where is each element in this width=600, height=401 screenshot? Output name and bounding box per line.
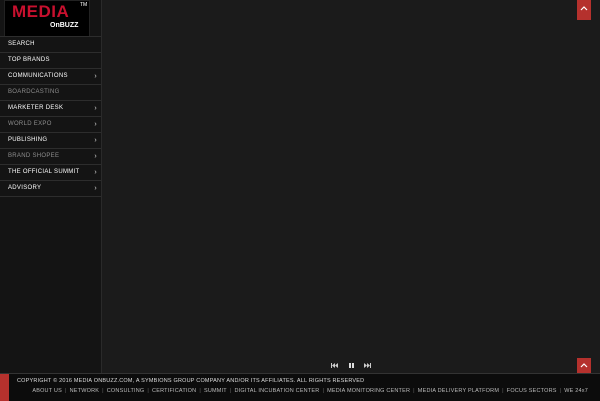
sidebar-item-label: BRAND SHOPEE	[8, 153, 60, 159]
chevron-right-icon: ›	[94, 121, 97, 128]
chevron-right-icon: ›	[94, 105, 97, 112]
sidebar-item-label: SEARCH	[8, 41, 35, 47]
sidebar-item-publishing[interactable]: PUBLISHING ›	[0, 132, 101, 148]
chevron-right-icon: ›	[94, 169, 97, 176]
footer-link-media-monitoring-center[interactable]: MEDIA MONITORING CENTER	[327, 388, 410, 394]
footer-link-separator: |	[102, 388, 104, 394]
footer: COPYRIGHT © 2016 MEDIA ONBUZZ.COM, A SYM…	[0, 373, 600, 401]
sidebar-item-the-official-summit[interactable]: THE OFFICIAL SUMMIT ›	[0, 164, 101, 180]
logo-area: MEDIA OnBUZZ TM	[0, 0, 101, 37]
skip-previous-icon[interactable]	[331, 362, 338, 369]
scroll-up-button[interactable]	[577, 358, 591, 373]
sidebar-item-label: TOP BRANDS	[8, 57, 50, 63]
footer-link-consulting[interactable]: CONSULTING	[107, 388, 145, 394]
footer-link-separator: |	[64, 388, 67, 394]
slider-controls	[331, 362, 371, 370]
footer-links: ABOUT US | NETWORK | CONSULTING | CERTIFICATIO…	[32, 388, 588, 394]
chevron-up-icon	[580, 363, 588, 368]
footer-accent-bar	[0, 374, 9, 401]
footer-link-network[interactable]: NETWORK	[70, 388, 100, 394]
footer-link-separator: |	[413, 388, 415, 394]
footer-link-certification[interactable]: CERTIFICATION	[152, 388, 196, 394]
logo-text-media: MEDIA	[12, 2, 70, 21]
copyright-text: COPYRIGHT © 2016 MEDIA ONBUZZ.COM, A SYM…	[17, 378, 365, 384]
footer-link-we-24x7[interactable]: WE 24x7	[564, 388, 588, 394]
footer-link-separator: |	[502, 388, 504, 394]
sidebar-item-communications[interactable]: COMMUNICATIONS ›	[0, 68, 101, 84]
sidebar-item-label: COMMUNICATIONS	[8, 73, 68, 79]
skip-next-icon[interactable]	[364, 362, 371, 369]
chevron-right-icon: ›	[94, 185, 97, 192]
chevron-up-icon	[580, 6, 588, 11]
sidebar-item-marketer-desk[interactable]: MARKETER DESK ›	[0, 100, 101, 116]
sidebar-item-label: PUBLISHING	[8, 137, 48, 143]
chevron-right-icon: ›	[94, 73, 97, 80]
logo-text-onbuzz: OnBUZZ	[50, 22, 79, 29]
footer-link-focus-sectors[interactable]: FOCUS SECTORS	[507, 388, 557, 394]
sidebar: MEDIA OnBUZZ TM SEARCH TOP BRANDS COMMUNIC…	[0, 0, 102, 373]
sidebar-item-label: ADVISORY	[8, 185, 42, 191]
sidebar-item-label: THE OFFICIAL SUMMIT	[8, 169, 80, 175]
footer-link-media-delivery-platform[interactable]: MEDIA DELIVERY PLATFORM	[418, 388, 499, 394]
footer-link-separator: |	[199, 388, 201, 394]
sidebar-item-label: BOARDCASTING	[8, 89, 60, 95]
sidebar-item-boardcasting[interactable]: BOARDCASTING	[0, 84, 101, 100]
sidebar-item-search[interactable]: SEARCH	[0, 36, 101, 52]
main-content	[102, 0, 600, 373]
footer-link-summit[interactable]: SUMMIT	[204, 388, 227, 394]
sidebar-item-brand-shopee[interactable]: BRAND SHOPEE ›	[0, 148, 101, 164]
footer-link-about-us[interactable]: ABOUT US	[32, 388, 62, 394]
sidebar-item-label: WORLD EXPO	[8, 121, 52, 127]
sidebar-item-advisory[interactable]: ADVISORY ›	[0, 180, 101, 197]
sidebar-item-label: MARKETER DESK	[8, 105, 64, 111]
logo-trademark: TM	[80, 2, 88, 8]
chevron-right-icon: ›	[94, 153, 97, 160]
sidebar-item-world-expo[interactable]: WORLD EXPO ›	[0, 116, 101, 132]
sidebar-item-top-brands[interactable]: TOP BRANDS	[0, 52, 101, 68]
chevron-right-icon: ›	[94, 137, 97, 144]
footer-link-separator: |	[229, 388, 232, 394]
footer-link-separator: |	[322, 388, 325, 394]
footer-link-digital-incubation-center[interactable]: DIGITAL INCUBATION CENTER	[235, 388, 320, 394]
pause-icon[interactable]	[348, 362, 355, 369]
scroll-top-button[interactable]	[577, 0, 591, 20]
site-logo[interactable]: MEDIA OnBUZZ TM	[4, 0, 90, 37]
footer-link-separator: |	[147, 388, 150, 394]
sidebar-menu: SEARCH TOP BRANDS COMMUNICATIONS › BOARDCAST…	[0, 36, 101, 197]
